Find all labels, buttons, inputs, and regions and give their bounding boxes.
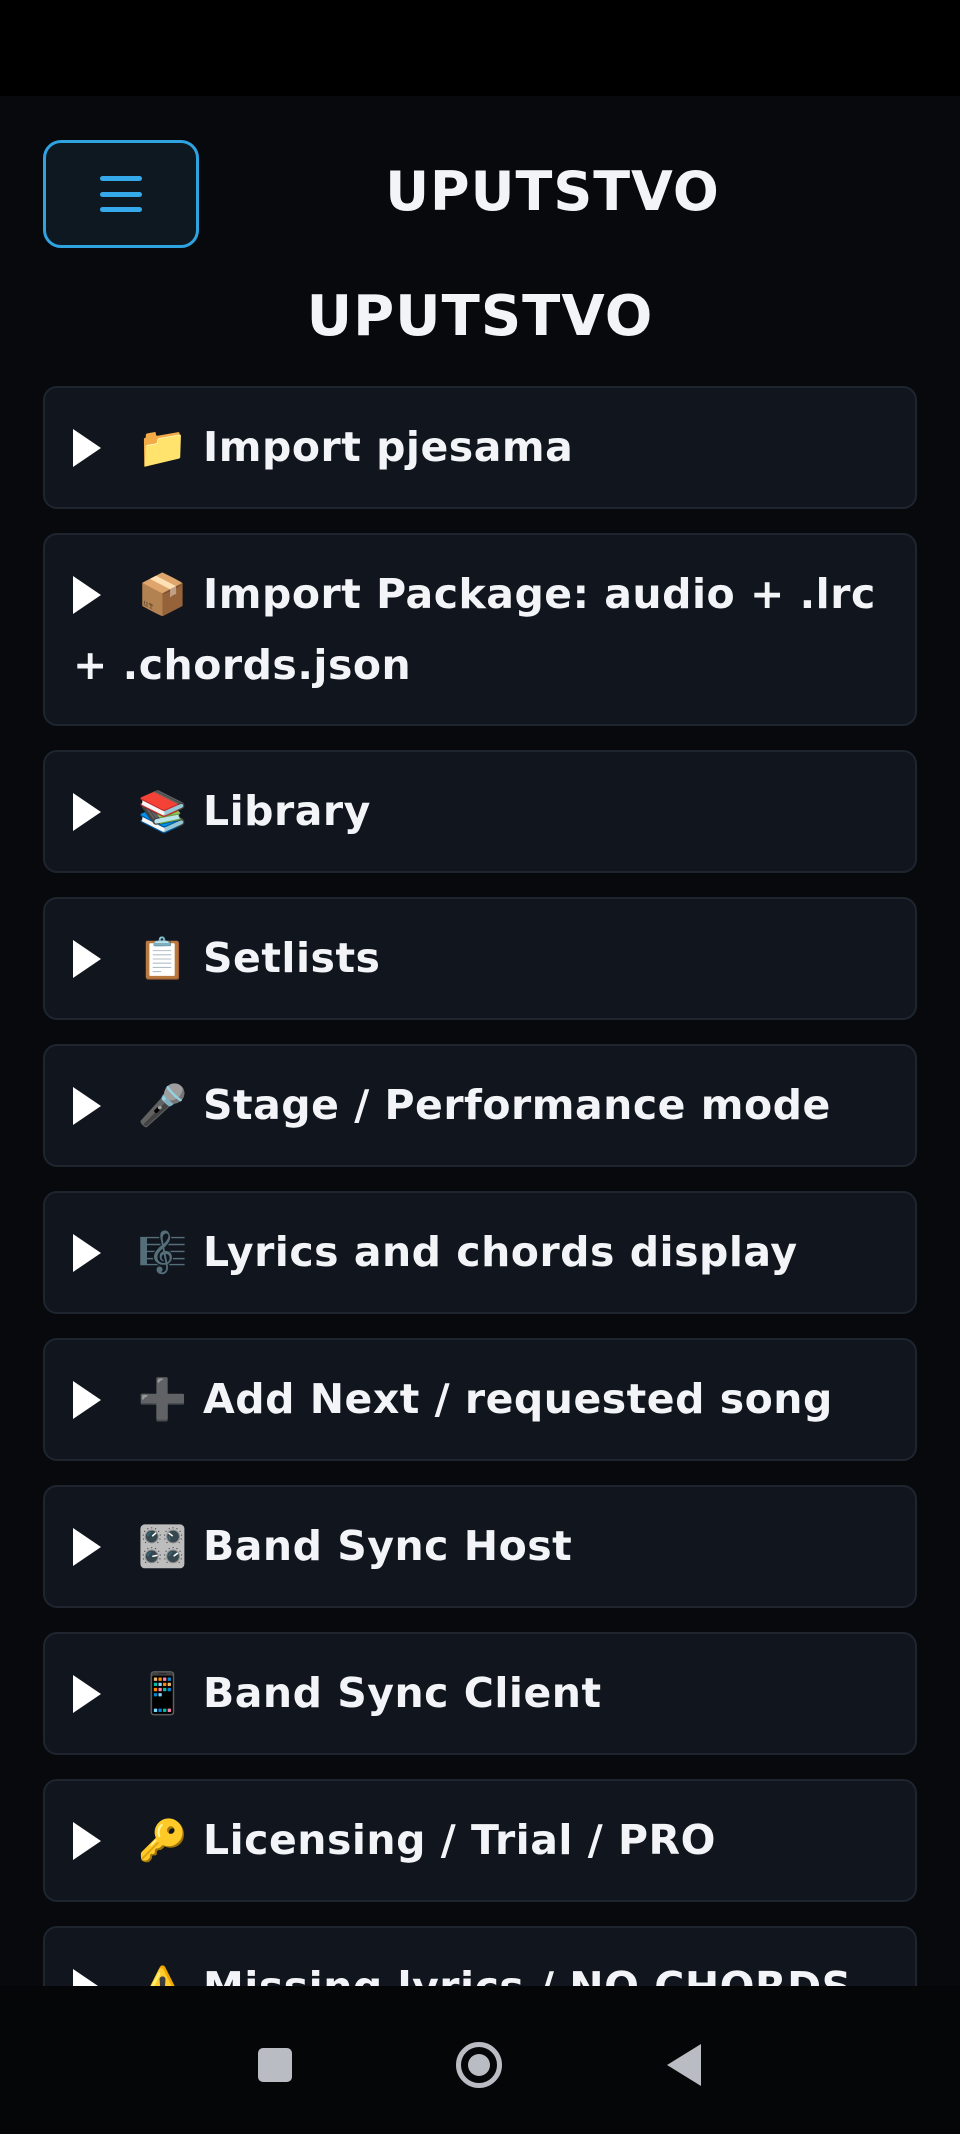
expand-arrow-icon <box>73 1969 101 1986</box>
books-icon: 📚 <box>137 789 189 835</box>
section-label: Library <box>203 787 371 835</box>
app-screen: UPUTSTVO UPUTSTVO 📁 Import pjesama 📦 Impor… <box>0 96 960 1986</box>
header-title: UPUTSTVO <box>385 160 720 223</box>
recents-square-icon[interactable] <box>258 2048 292 2082</box>
expand-arrow-icon <box>73 429 101 467</box>
expand-arrow-icon <box>73 1675 101 1713</box>
expand-arrow-icon <box>73 1234 101 1272</box>
expand-arrow-icon <box>73 1381 101 1419</box>
package-icon: 📦 <box>137 572 189 618</box>
section-licensing[interactable]: 🔑 Licensing / Trial / PRO <box>43 1779 917 1902</box>
plus-icon: ➕ <box>137 1377 189 1423</box>
section-label-continued: + .chords.json <box>73 641 412 689</box>
back-triangle-icon[interactable] <box>667 2044 701 2086</box>
section-setlists[interactable]: 📋 Setlists <box>43 897 917 1020</box>
mobile-phone-icon: 📱 <box>137 1671 189 1717</box>
page-title: UPUTSTVO <box>306 284 654 349</box>
expand-arrow-icon <box>73 1822 101 1860</box>
section-label: Lyrics and chords display <box>203 1228 798 1276</box>
expand-arrow-icon <box>73 1087 101 1125</box>
section-label: Missing lyrics / NO CHORDS <box>203 1963 852 1986</box>
expand-arrow-icon <box>73 793 101 831</box>
section-library[interactable]: 📚 Library <box>43 750 917 873</box>
hamburger-menu-icon <box>100 176 142 212</box>
expand-arrow-icon <box>73 576 101 614</box>
section-import-songs[interactable]: 📁 Import pjesama <box>43 386 917 509</box>
section-label: Setlists <box>203 934 381 982</box>
clipboard-icon: 📋 <box>137 936 189 982</box>
section-label: Add Next / requested song <box>203 1375 833 1423</box>
section-label: Import pjesama <box>203 423 574 471</box>
section-label: Band Sync Client <box>203 1669 602 1717</box>
control-knobs-icon: 🎛️ <box>137 1524 189 1570</box>
menu-button[interactable] <box>43 140 199 248</box>
section-add-next-song[interactable]: ➕ Add Next / requested song <box>43 1338 917 1461</box>
system-navigation-bar <box>0 1986 960 2134</box>
section-stage-mode[interactable]: 🎤 Stage / Performance mode <box>43 1044 917 1167</box>
folder-icon: 📁 <box>137 425 189 471</box>
section-missing-lyrics[interactable]: ⚠️ Missing lyrics / NO CHORDS <box>43 1926 917 1986</box>
expand-arrow-icon <box>73 940 101 978</box>
section-lyrics-chords-display[interactable]: 🎼 Lyrics and chords display <box>43 1191 917 1314</box>
section-import-package[interactable]: 📦 Import Package: audio + .lrc + .chords.… <box>43 533 917 726</box>
expand-arrow-icon <box>73 1528 101 1566</box>
microphone-icon: 🎤 <box>137 1083 189 1129</box>
warning-icon: ⚠️ <box>137 1953 189 1986</box>
section-band-sync-client[interactable]: 📱 Band Sync Client <box>43 1632 917 1755</box>
key-icon: 🔑 <box>137 1818 189 1864</box>
status-bar <box>0 0 960 96</box>
section-label: Licensing / Trial / PRO <box>203 1816 716 1864</box>
section-label: Stage / Performance mode <box>203 1081 831 1129</box>
section-list: 📁 Import pjesama 📦 Import Package: audio +… <box>43 386 917 1986</box>
section-band-sync-host[interactable]: 🎛️ Band Sync Host <box>43 1485 917 1608</box>
home-circle-icon[interactable] <box>456 2042 502 2088</box>
section-label: Band Sync Host <box>203 1522 573 1570</box>
musical-score-icon: 🎼 <box>137 1230 189 1276</box>
section-label: Import Package: audio + .lrc <box>203 570 876 618</box>
